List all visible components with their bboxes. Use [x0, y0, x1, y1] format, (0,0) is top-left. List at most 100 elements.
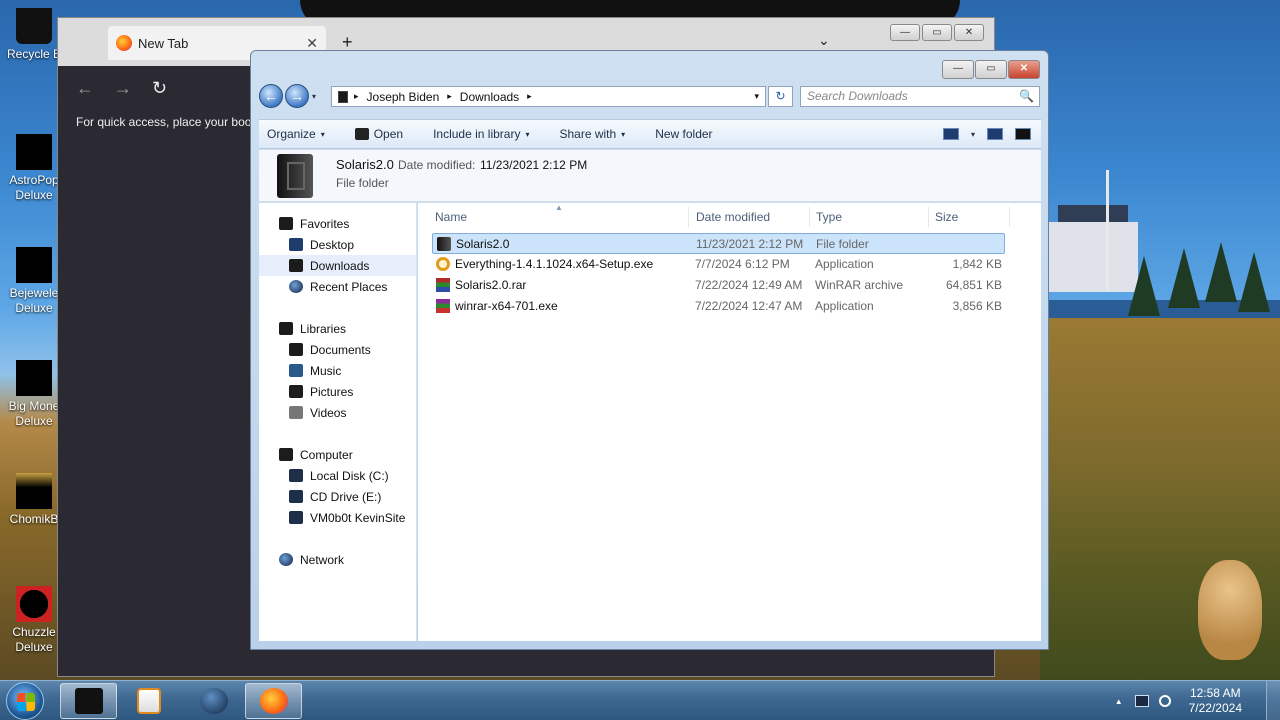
desktop-icon: [289, 238, 303, 251]
start-button[interactable]: [6, 682, 44, 720]
installer-icon: [436, 299, 450, 313]
column-divider[interactable]: [1009, 207, 1010, 227]
close-button[interactable]: ✕: [1008, 60, 1040, 79]
search-input[interactable]: Search Downloads 🔍: [800, 86, 1040, 107]
date-modified-value: 11/23/2021 2:12 PM: [480, 158, 588, 172]
breadcrumb-user[interactable]: Joseph Biden: [367, 90, 440, 104]
nav-label: CD Drive (E:): [310, 489, 382, 504]
back-arrow-icon[interactable]: ←: [76, 78, 94, 99]
nav-arrows: ← → ▾: [259, 84, 316, 108]
share-label: Share with: [559, 127, 617, 141]
nav-documents[interactable]: Documents: [259, 339, 416, 360]
forward-button[interactable]: →: [285, 84, 309, 108]
taskbar-explorer[interactable]: [60, 683, 117, 719]
nav-network[interactable]: Network: [259, 549, 416, 570]
recycle-bin-icon: [16, 8, 52, 44]
maximize-button[interactable]: ▭: [975, 60, 1007, 79]
forward-arrow-icon[interactable]: →: [114, 78, 132, 99]
preview-pane-icon[interactable]: [987, 128, 1003, 140]
nav-computer[interactable]: Computer: [259, 444, 416, 465]
network-drive-icon: [289, 511, 303, 524]
game-icon: [16, 134, 52, 170]
organize-label: Organize: [267, 127, 316, 141]
clock[interactable]: 12:58 AM 7/22/2024: [1189, 686, 1242, 716]
hamster-gadget[interactable]: [1198, 560, 1262, 660]
organize-button[interactable]: Organize ▾: [259, 127, 333, 141]
game-icon: [16, 360, 52, 396]
taskbar-firefox[interactable]: [245, 683, 302, 719]
chevron-down-icon: ▾: [525, 129, 530, 139]
open-button[interactable]: Open: [347, 127, 411, 141]
nav-desktop[interactable]: Desktop: [259, 234, 416, 255]
column-divider[interactable]: [688, 207, 689, 227]
refresh-button[interactable]: ↻: [768, 86, 793, 107]
breadcrumb-separator[interactable]: ▸: [527, 91, 532, 102]
nav-downloads[interactable]: Downloads: [259, 255, 416, 276]
nav-libraries[interactable]: Libraries: [259, 318, 416, 339]
file-date: 7/22/2024 12:47 AM: [695, 299, 803, 313]
column-divider[interactable]: [928, 207, 929, 227]
change-view-icon[interactable]: [942, 128, 959, 140]
breadcrumb-downloads[interactable]: Downloads: [460, 90, 519, 104]
reload-icon[interactable]: ↻: [152, 78, 167, 99]
file-row[interactable]: Solaris2.0 11/23/2021 2:12 PM File folde…: [432, 233, 1005, 254]
nav-label: Recent Places: [310, 279, 388, 294]
nav-recent-places[interactable]: Recent Places: [259, 276, 416, 297]
include-in-library-button[interactable]: Include in library ▾: [425, 127, 537, 141]
recent-locations-dropdown[interactable]: ▾: [312, 92, 316, 101]
column-header-date[interactable]: Date modified: [696, 210, 770, 224]
taskbar-globe-app[interactable]: [185, 683, 242, 719]
nav-favorites[interactable]: Favorites: [259, 213, 416, 234]
nav-music[interactable]: Music: [259, 360, 416, 381]
volume-icon[interactable]: [1158, 695, 1171, 707]
breadcrumb-separator[interactable]: ▸: [447, 91, 452, 102]
minimize-button[interactable]: —: [942, 60, 974, 79]
browser-close-button[interactable]: ✕: [954, 24, 984, 41]
sort-ascending-icon: ▲: [555, 203, 563, 212]
file-row[interactable]: Solaris2.0.rar 7/22/2024 12:49 AM WinRAR…: [432, 275, 1005, 296]
game-icon: [16, 586, 52, 622]
view-options: ▾: [942, 128, 1041, 140]
music-icon: [289, 364, 303, 377]
archive-icon: [436, 278, 450, 292]
list-tabs-button[interactable]: ⌄: [818, 32, 830, 49]
file-type: Application: [815, 299, 874, 313]
browser-minimize-button[interactable]: —: [890, 24, 920, 41]
wallpaper-tree: [1205, 242, 1237, 302]
chevron-down-icon[interactable]: ▾: [971, 130, 975, 139]
taskbar-media-player[interactable]: [120, 683, 177, 719]
details-header: Solaris2.0 Date modified: 11/23/2021 2:1…: [259, 150, 1041, 202]
nav-local-disk[interactable]: Local Disk (C:): [259, 465, 416, 486]
file-row[interactable]: winrar-x64-701.exe 7/22/2024 12:47 AM Ap…: [432, 296, 1005, 317]
nav-videos[interactable]: Videos: [259, 402, 416, 423]
address-bar[interactable]: ▸ Joseph Biden ▸ Downloads ▸ ▾: [331, 86, 766, 107]
videos-icon: [289, 406, 303, 419]
file-row[interactable]: Everything-1.4.1.1024.x64-Setup.exe 7/7/…: [432, 254, 1005, 275]
file-name: Solaris2.0: [456, 237, 510, 251]
show-desktop-button[interactable]: [1266, 681, 1280, 720]
breadcrumb-separator[interactable]: ▸: [354, 91, 359, 102]
show-hidden-icons-arrow[interactable]: ▲: [1115, 697, 1123, 706]
new-folder-button[interactable]: New folder: [647, 127, 720, 141]
column-divider[interactable]: [809, 207, 810, 227]
explorer-icon: [74, 688, 103, 714]
network-tray-icon[interactable]: [1134, 695, 1149, 707]
share-with-button[interactable]: Share with ▾: [551, 127, 633, 141]
search-icon[interactable]: 🔍: [1019, 87, 1034, 106]
nav-network-share[interactable]: VM0b0t KevinSite: [259, 507, 416, 528]
browser-maximize-button[interactable]: ▭: [922, 24, 952, 41]
close-tab-icon[interactable]: ✕: [306, 35, 318, 52]
nav-pictures[interactable]: Pictures: [259, 381, 416, 402]
column-header-type[interactable]: Type: [816, 210, 842, 224]
recent-places-icon: [289, 280, 303, 293]
downloads-icon: [289, 259, 303, 272]
column-header-name[interactable]: Name: [435, 210, 467, 224]
address-dropdown-icon[interactable]: ▾: [754, 91, 759, 102]
help-icon[interactable]: [1015, 128, 1031, 140]
back-button[interactable]: ←: [259, 84, 283, 108]
nav-cd-drive[interactable]: CD Drive (E:): [259, 486, 416, 507]
column-header-size[interactable]: Size: [935, 210, 958, 224]
selected-item-name: Solaris2.0: [336, 157, 394, 172]
